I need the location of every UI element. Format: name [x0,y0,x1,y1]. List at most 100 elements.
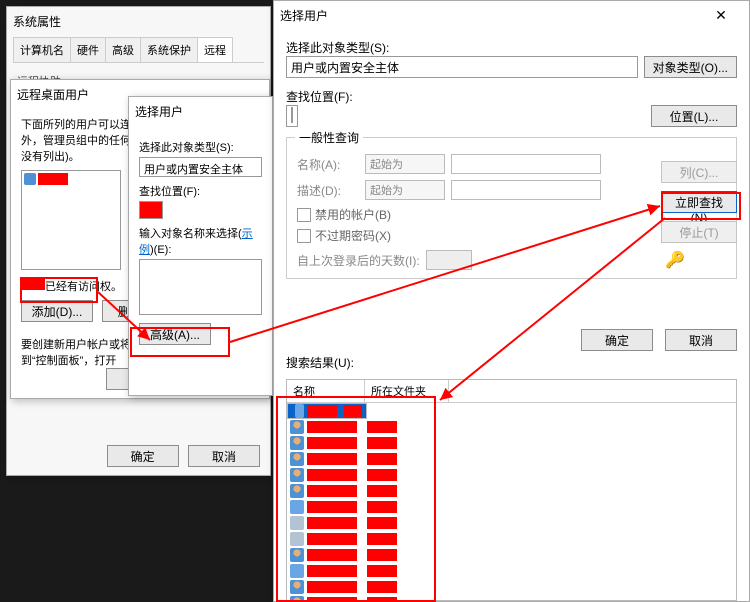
redacted-name [307,421,357,433]
results-header: 名称 所在文件夹 [287,380,736,403]
redacted-folder [367,549,397,561]
stop-button[interactable]: 停止(T) [661,221,737,243]
result-row[interactable] [287,467,736,483]
select-user-adv-body: 选择此对象类型(S): 用户或内置安全主体 对象类型(O)... 查找位置(F)… [274,29,749,601]
object-names-field[interactable] [139,259,262,315]
adv-location-label: 查找位置(F): [286,88,737,105]
user-icon [290,580,304,594]
redacted-username-2 [21,278,45,290]
redacted-folder [367,597,397,601]
tab-advanced[interactable]: 高级 [105,37,141,62]
adv-location-field[interactable] [291,107,293,123]
system-properties-title: 系统属性 [13,13,264,30]
result-row[interactable] [287,547,736,563]
system-properties-cancel[interactable]: 取消 [188,445,260,467]
user-icon [24,173,36,185]
object-type-field[interactable]: 用户或内置安全主体 [139,157,262,177]
result-row[interactable] [287,531,736,547]
non-expiring-password-label: 不过期密码(X) [315,227,391,244]
result-row[interactable] [287,419,736,435]
adv-cancel-button[interactable]: 取消 [665,329,737,351]
redacted-name [307,549,357,561]
adv-object-type-label: 选择此对象类型(S): [286,39,737,56]
name-filter-input[interactable] [451,154,601,174]
user-icon [290,420,304,434]
close-icon[interactable]: ✕ [699,4,743,26]
tab-remote[interactable]: 远程 [197,37,233,62]
result-row[interactable] [287,579,736,595]
col-name[interactable]: 名称 [287,380,365,402]
rdu-add-button[interactable]: 添加(D)... [21,300,93,322]
select-user-titlebar: 选择用户 [129,97,272,125]
result-row[interactable] [287,563,736,579]
user-icon [290,548,304,562]
system-properties-titlebar: 系统属性 [7,7,270,35]
name-filter-label: 名称(A): [297,156,359,173]
redacted-folder [367,565,397,577]
location-field[interactable] [139,201,163,219]
system-properties-buttons: 确定 取消 [107,445,260,467]
redacted-name [307,437,357,449]
user-icon [290,596,304,601]
redacted-name [307,565,357,577]
redacted-folder [367,437,397,449]
redacted-folder [367,421,397,433]
select-user-adv-titlebar: 选择用户 ✕ [274,1,749,29]
rdu-user-item[interactable] [24,173,118,188]
redacted-name [307,485,357,497]
tab-system-protect[interactable]: 系统保护 [140,37,198,62]
desc-filter-label: 描述(D): [297,182,359,199]
days-since-login-label: 自上次登录后的天数(I): [297,252,420,269]
redacted-folder [367,533,397,545]
redacted-folder [367,453,397,465]
adv-object-type-field[interactable]: 用户或内置安全主体 [286,56,638,78]
result-row[interactable] [287,595,736,601]
names-label: 输入对象名称来选择(示例)(E): [139,225,262,257]
result-row[interactable] [287,451,736,467]
result-row[interactable] [287,483,736,499]
object-types-button[interactable]: 对象类型(O)... [644,56,737,78]
tab-computer-name[interactable]: 计算机名 [13,37,71,62]
system-properties-ok[interactable]: 确定 [107,445,179,467]
redacted-folder [367,485,397,497]
user-icon [290,468,304,482]
redacted-folder [367,581,397,593]
advanced-button[interactable]: 高级(A)... [139,323,211,345]
adv-ok-button[interactable]: 确定 [581,329,653,351]
select-user-body: 选择此对象类型(S): 用户或内置安全主体 查找位置(F): 输入对象名称来选择… [129,125,272,353]
common-queries-legend: 一般性查询 [295,129,363,146]
user-icon [290,436,304,450]
tab-hardware[interactable]: 硬件 [70,37,106,62]
name-filter-mode[interactable]: 起始为 [365,154,445,174]
rdu-user-list[interactable] [21,170,121,270]
result-row[interactable] [287,499,736,515]
desc-filter-mode[interactable]: 起始为 [365,180,445,200]
result-row[interactable] [287,435,736,451]
result-row[interactable] [287,403,367,419]
desc-filter-input[interactable] [451,180,601,200]
find-now-button[interactable]: 立即查找(N) [661,191,737,213]
key-icon[interactable]: 🔑 [661,251,689,269]
result-row[interactable] [287,515,736,531]
redacted-name [307,405,338,417]
disabled-accounts-checkbox[interactable] [297,208,311,222]
select-user-dialog: 选择用户 选择此对象类型(S): 用户或内置安全主体 查找位置(F): 输入对象… [128,96,273,396]
redacted-username [38,173,68,185]
col-folder[interactable]: 所在文件夹 [365,380,449,402]
redacted-folder [367,469,397,481]
redacted-name [307,581,357,593]
users-icon [295,404,304,418]
days-since-login-input[interactable] [426,250,472,270]
locations-button[interactable]: 位置(L)... [651,105,737,127]
results-list[interactable]: 名称 所在文件夹 [286,379,737,601]
user-icon [290,484,304,498]
non-expiring-password-checkbox[interactable] [297,229,311,243]
redacted-folder [367,517,397,529]
redacted-name [307,469,357,481]
redacted-name [307,517,357,529]
group-icon [290,516,304,530]
select-user-adv-title: 选择用户 [280,7,699,24]
redacted-name [307,453,357,465]
object-type-label: 选择此对象类型(S): [139,139,262,155]
columns-button[interactable]: 列(C)... [661,161,737,183]
